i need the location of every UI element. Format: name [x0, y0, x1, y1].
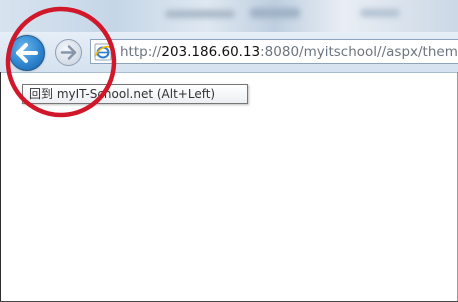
window-left-edge: [0, 72, 1, 302]
back-button[interactable]: [9, 35, 45, 71]
forward-button[interactable]: [55, 39, 82, 66]
forward-arrow-icon: [60, 45, 77, 60]
url-path: :8080/myitschool//aspx/them: [260, 44, 458, 60]
url-protocol: http://: [120, 44, 162, 60]
title-bar-blur: [165, 10, 235, 18]
browser-window: http://203.186.60.13:8080/myitschool//as…: [0, 0, 458, 302]
tooltip-text: 回到 myIT-School.net (Alt+Left): [29, 87, 216, 101]
url-text[interactable]: http://203.186.60.13:8080/myitschool//as…: [120, 43, 458, 61]
back-button-tooltip: 回到 myIT-School.net (Alt+Left): [22, 84, 248, 104]
url-host: 203.186.60.13: [161, 44, 261, 60]
ie-page-icon: [94, 43, 112, 61]
title-bar-blur: [250, 8, 300, 18]
address-bar[interactable]: http://203.186.60.13:8080/myitschool//as…: [90, 39, 458, 64]
title-bar: [0, 0, 458, 32]
back-arrow-icon: [16, 43, 38, 63]
title-bar-blur: [360, 9, 400, 17]
